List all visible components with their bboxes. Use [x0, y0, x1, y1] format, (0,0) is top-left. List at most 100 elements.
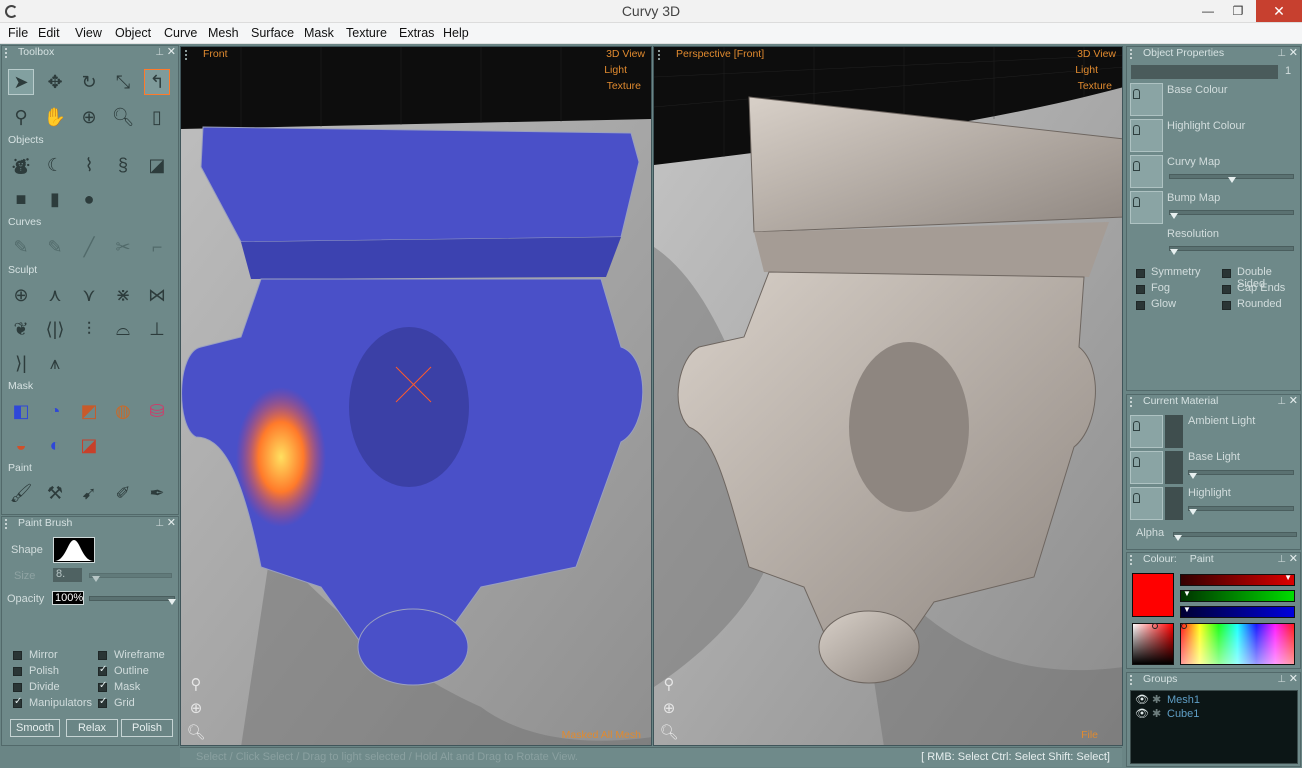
- snowman-object-tool[interactable]: ⛇: [8, 152, 34, 178]
- perspective-viewport[interactable]: Perspective [Front] 3D View Light Textur…: [653, 46, 1123, 746]
- slider-knob[interactable]: [1170, 213, 1178, 219]
- mask-checkbox[interactable]: [98, 680, 107, 692]
- smooth-button[interactable]: Smooth: [10, 719, 60, 737]
- lathe-object-tool[interactable]: ⌇: [76, 152, 102, 178]
- relax-button[interactable]: Relax: [66, 719, 118, 737]
- front-viewport[interactable]: Front 3D View Light Texture Masked All M…: [180, 46, 652, 746]
- ambient-light-colour[interactable]: [1165, 415, 1183, 448]
- drag-grip-icon[interactable]: [1130, 675, 1135, 685]
- rounded-checkbox[interactable]: [1222, 301, 1231, 310]
- maximize-button[interactable]: ❐: [1224, 0, 1252, 22]
- panel-close-icon[interactable]: ✕: [1289, 672, 1298, 685]
- sculpt-slice-tool[interactable]: ⟩|: [8, 350, 34, 376]
- curve-tool-1[interactable]: ✎: [8, 234, 34, 260]
- menu-curve[interactable]: Curve: [164, 26, 197, 40]
- opacity-slider[interactable]: [89, 596, 176, 605]
- double-sided-checkbox[interactable]: [1222, 269, 1231, 278]
- brush-shape-preview[interactable]: [53, 537, 95, 563]
- highlight-swatch[interactable]: [1130, 487, 1163, 520]
- minimize-button[interactable]: —: [1194, 0, 1222, 22]
- drag-grip-icon[interactable]: [1130, 49, 1135, 59]
- pin-icon[interactable]: ⊥: [1277, 554, 1286, 565]
- visibility-eye-icon[interactable]: 👁︎: [1135, 693, 1149, 706]
- visibility-eye-icon[interactable]: 👁︎: [1135, 707, 1149, 720]
- ambient-light-swatch[interactable]: [1130, 415, 1163, 448]
- menu-extras[interactable]: Extras: [399, 26, 434, 40]
- wireframe-checkbox[interactable]: [98, 651, 107, 660]
- menu-view[interactable]: View: [75, 26, 102, 40]
- blue-channel-slider[interactable]: ▼: [1180, 605, 1295, 618]
- sculpt-flatten-tool[interactable]: ⫶: [76, 316, 102, 342]
- opacity-input[interactable]: 100%: [52, 591, 84, 605]
- mask-tool-8[interactable]: ◪: [76, 432, 102, 458]
- spiral-object-tool[interactable]: §: [110, 152, 136, 178]
- menu-mesh[interactable]: Mesh: [208, 26, 239, 40]
- bend-tool[interactable]: ↰: [144, 69, 170, 95]
- drag-grip-icon[interactable]: [5, 48, 10, 58]
- pin-icon[interactable]: ⊥: [155, 47, 164, 58]
- sculpt-inflate-tool[interactable]: ⌓: [110, 316, 136, 342]
- green-channel-slider[interactable]: ▼: [1180, 589, 1295, 602]
- panel-close-icon[interactable]: ✕: [1289, 394, 1298, 407]
- curve-tool-5[interactable]: ⌐: [144, 234, 170, 260]
- base-light-swatch[interactable]: [1130, 451, 1163, 484]
- drag-grip-icon[interactable]: [1130, 397, 1135, 407]
- object-name-input[interactable]: [1131, 65, 1278, 79]
- front-texture-menu[interactable]: Texture: [607, 80, 641, 92]
- curve-tool-3[interactable]: ╱: [76, 234, 102, 260]
- sculpt-pinch-tool[interactable]: ⋇: [110, 282, 136, 308]
- alpha-slider[interactable]: [1173, 532, 1297, 541]
- slider-knob[interactable]: ▼: [1183, 605, 1191, 614]
- outline-checkbox[interactable]: [98, 664, 107, 676]
- slider-knob[interactable]: [1189, 473, 1197, 479]
- sculpt-smudge-tool[interactable]: ❦: [8, 316, 34, 342]
- walk-view-button[interactable]: ⚲: [185, 673, 207, 695]
- paint-brush-tool[interactable]: 🖌︎: [8, 480, 34, 506]
- red-channel-slider[interactable]: ▼: [1180, 573, 1295, 586]
- sculpt-spread-tool[interactable]: ⩚: [42, 350, 68, 376]
- menu-help[interactable]: Help: [443, 26, 469, 40]
- sculpt-mirror-tool[interactable]: ⟨|⟩: [42, 316, 68, 342]
- persp-3dview-menu[interactable]: 3D View: [1077, 48, 1116, 60]
- panel-close-icon[interactable]: ✕: [1289, 46, 1298, 59]
- viewport-grip-icon[interactable]: [185, 50, 190, 60]
- lock-star-icon[interactable]: ✱: [1152, 693, 1161, 706]
- viewport-grip-icon[interactable]: [658, 50, 663, 60]
- resolution-slider[interactable]: [1169, 246, 1294, 255]
- select-tool[interactable]: ➤: [8, 69, 34, 95]
- close-button[interactable]: ✕: [1256, 0, 1302, 22]
- glow-checkbox[interactable]: [1136, 301, 1145, 310]
- zoom-view-button[interactable]: 🔍︎: [658, 721, 680, 743]
- highlight-slider[interactable]: [1188, 506, 1294, 515]
- polish-button[interactable]: Polish: [121, 719, 173, 737]
- mask-tool-1[interactable]: ◧: [8, 398, 34, 424]
- menu-object[interactable]: Object: [115, 26, 151, 40]
- slider-knob[interactable]: ▼: [1284, 573, 1292, 582]
- pin-icon[interactable]: ⊥: [1277, 48, 1286, 59]
- front-scene[interactable]: [181, 47, 652, 746]
- size-input[interactable]: 8.: [53, 568, 82, 582]
- bump-map-slider[interactable]: [1169, 210, 1294, 219]
- slider-knob[interactable]: [1174, 535, 1182, 541]
- zoom-tool[interactable]: 🔍︎: [110, 104, 136, 130]
- curvy-map-slider[interactable]: [1169, 174, 1294, 183]
- drag-grip-icon[interactable]: [1130, 555, 1135, 565]
- base-colour-swatch[interactable]: [1130, 83, 1163, 116]
- scale-tool[interactable]: ⤡: [110, 69, 136, 95]
- pin-icon[interactable]: ⊥: [1277, 674, 1286, 685]
- pan-tool[interactable]: ✋: [42, 104, 68, 130]
- menu-surface[interactable]: Surface: [251, 26, 294, 40]
- fog-checkbox[interactable]: [1136, 285, 1145, 294]
- rotate-tool[interactable]: ↻: [76, 69, 102, 95]
- menu-edit[interactable]: Edit: [38, 26, 60, 40]
- paint-airbrush-tool[interactable]: ⚒: [42, 480, 68, 506]
- curvy-map-swatch[interactable]: [1130, 155, 1163, 188]
- mask-tool-2[interactable]: ◔: [42, 398, 68, 424]
- size-slider[interactable]: [89, 573, 172, 582]
- persp-texture-menu[interactable]: Texture: [1078, 80, 1112, 92]
- current-colour-swatch[interactable]: [1132, 573, 1174, 617]
- bump-map-swatch[interactable]: [1130, 191, 1163, 224]
- sheet-object-tool[interactable]: ◪: [144, 152, 170, 178]
- drag-grip-icon[interactable]: [5, 519, 10, 529]
- walk-tool[interactable]: ⚲: [8, 104, 34, 130]
